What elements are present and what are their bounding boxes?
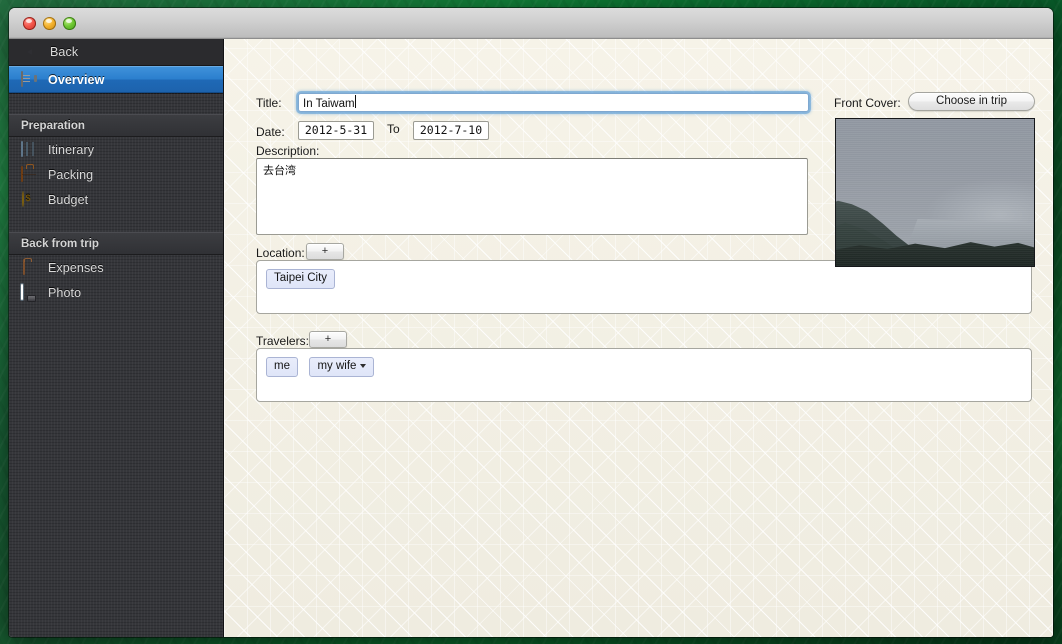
sidebar-item-label: Overview [48,72,105,87]
content-pane: Title: In Taiwam Date: 2012-5-31 To 2012… [224,39,1053,637]
map-icon [21,140,39,158]
sidebar-item-itinerary[interactable]: Itinerary [9,137,223,162]
suitcase-icon [21,165,39,183]
sidebar-item-label: Expenses [48,260,104,275]
travelers-token-field[interactable]: me my wife [256,348,1032,402]
title-label: Title: [256,96,282,110]
travelers-label: Travelers: [256,334,309,348]
sidebar-item-budget[interactable]: Budget [9,187,223,212]
description-label: Description: [256,144,320,158]
add-location-button[interactable]: + [306,243,344,260]
cover-grain-overlay [836,119,1034,266]
front-cover-thumbnail[interactable] [835,118,1035,267]
location-token[interactable]: Taipei City [266,269,336,289]
title-input[interactable]: In Taiwam [296,91,811,114]
money-bag-icon [21,190,39,208]
sidebar-section-header-preparation: Preparation [9,114,223,137]
window-body: Back Overview Preparation Itinerary Pack… [9,39,1053,637]
text-caret [354,95,356,108]
sidebar-item-label: Packing [48,167,94,182]
location-label: Location: [256,246,305,260]
location-token-field[interactable]: Taipei City [256,260,1032,314]
sidebar-section-header-back-from-trip: Back from trip [9,232,223,255]
minimize-window-icon[interactable] [43,17,56,30]
sidebar-item-label: Photo [48,285,82,300]
date-start-field[interactable]: 2012-5-31 [298,121,374,140]
front-cover-label: Front Cover: [834,96,901,110]
back-arrow-icon [23,44,41,60]
date-end-field[interactable]: 2012-7-10 [413,121,489,140]
photo-camera-icon [21,283,39,301]
date-separator-label: To [387,122,400,136]
date-label: Date: [256,125,285,139]
close-window-icon[interactable] [23,17,36,30]
app-window: Back Overview Preparation Itinerary Pack… [9,8,1053,637]
choose-front-cover-button[interactable]: Choose in trip [908,92,1035,111]
receipt-icon [21,258,39,276]
sidebar-item-label: Budget [48,192,89,207]
sidebar: Back Overview Preparation Itinerary Pack… [9,39,224,637]
sidebar-item-expenses[interactable]: Expenses [9,255,223,280]
window-titlebar [9,8,1053,39]
description-textarea[interactable]: 去台湾 [256,158,808,235]
token-label: Taipei City [274,272,328,284]
zoom-window-icon[interactable] [63,17,76,30]
traveler-token[interactable]: my wife [309,357,375,377]
sidebar-item-overview[interactable]: Overview [9,66,223,93]
sidebar-back-label: Back [50,45,79,59]
chevron-down-icon[interactable] [360,364,367,368]
sidebar-item-packing[interactable]: Packing [9,162,223,187]
add-traveler-button[interactable]: + [309,331,347,348]
sidebar-item-photo[interactable]: Photo [9,280,223,305]
token-label: me [274,360,290,372]
token-label: my wife [317,360,357,372]
sidebar-item-label: Itinerary [48,142,95,157]
traveler-token[interactable]: me [266,357,298,377]
overview-document-icon [21,70,39,88]
title-input-value: In Taiwam [303,98,355,110]
sidebar-back-button[interactable]: Back [9,39,223,66]
